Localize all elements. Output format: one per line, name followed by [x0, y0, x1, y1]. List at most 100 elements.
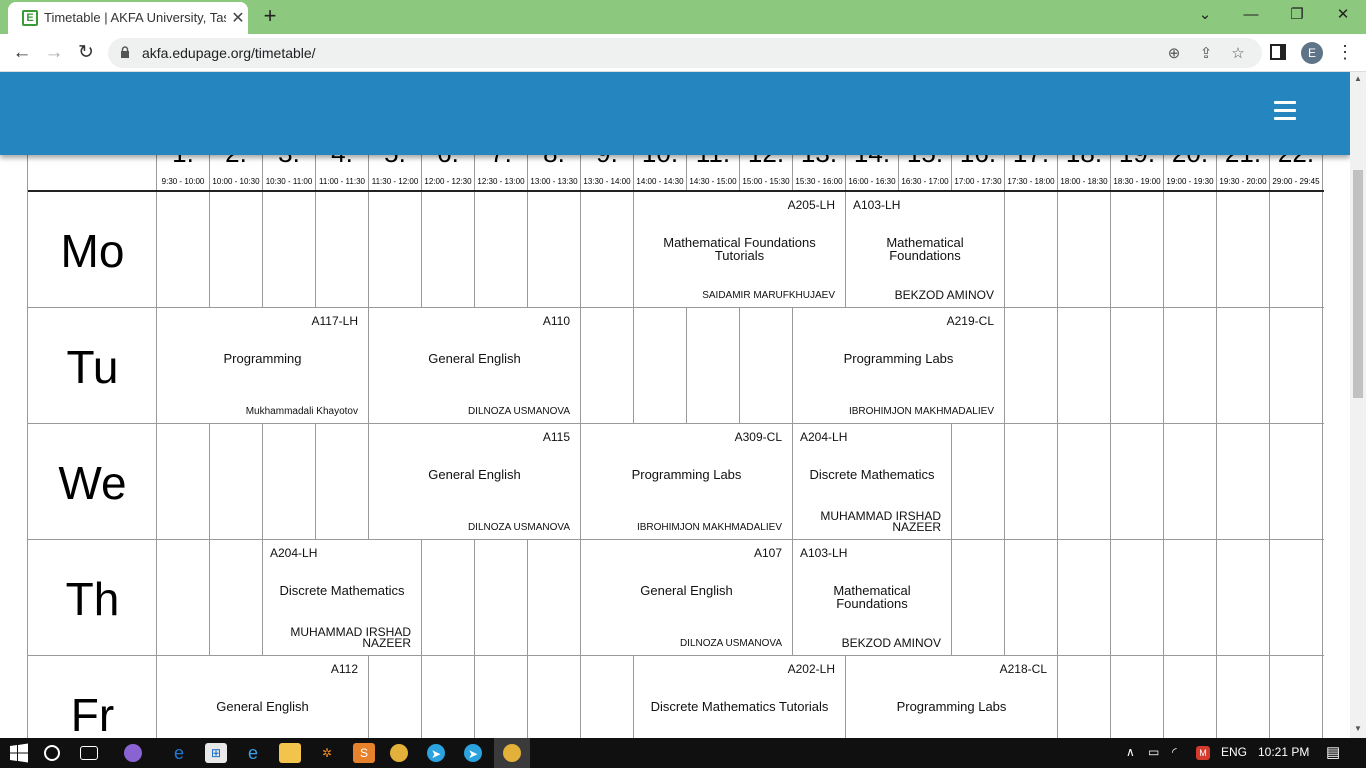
- lesson-card[interactable]: A107 General English DILNOZA USMANOVA: [580, 540, 793, 655]
- back-button[interactable]: ←: [9, 40, 35, 66]
- lesson-card[interactable]: A110 General English DILNOZA USMANOVA: [368, 308, 581, 423]
- lesson-subject: Programming Labs: [896, 699, 1007, 714]
- period-time: 12:00 - 12:30: [424, 177, 472, 186]
- lesson-room: A202-LH: [787, 662, 835, 676]
- battery-icon[interactable]: ▭: [1148, 745, 1159, 759]
- lesson-subject: General English: [428, 351, 521, 366]
- sublime-text-icon[interactable]: S: [353, 743, 375, 763]
- lock-icon: [121, 46, 129, 58]
- day-label: Th: [65, 573, 120, 625]
- telegram-desktop-icon[interactable]: ➤: [464, 744, 482, 762]
- windows-start-icon[interactable]: [8, 743, 30, 763]
- file-explorer-icon[interactable]: [279, 743, 301, 763]
- lesson-room: A218-CL: [999, 662, 1047, 676]
- lesson-room: A103-LH: [853, 198, 901, 212]
- lesson-subject: Discrete Mathematics: [809, 467, 935, 482]
- lesson-card[interactable]: A202-LH Discrete Mathematics Tutorials: [633, 656, 846, 738]
- period-time: 15:30 - 16:00: [795, 177, 843, 186]
- lesson-subject: Programming Labs: [631, 467, 742, 482]
- lesson-subject: Mathematical Foundations: [833, 583, 911, 611]
- day-label: Fr: [70, 689, 115, 738]
- telegram-icon[interactable]: ➤: [427, 744, 445, 762]
- page-scrollbar[interactable]: ▲ ▼: [1350, 72, 1366, 738]
- reload-button[interactable]: ↻: [73, 40, 99, 66]
- url-text[interactable]: akfa.edupage.org/timetable/: [142, 45, 316, 63]
- period-time: 10:00 - 10:30: [212, 177, 260, 186]
- lesson-card[interactable]: A117-LH Programming Mukhammadali Khayotov: [156, 308, 369, 423]
- task-view-icon[interactable]: [80, 746, 98, 760]
- grid-column-line: [1322, 192, 1323, 738]
- settings-app-icon[interactable]: ✲: [316, 743, 338, 763]
- lesson-teacher: DILNOZA USMANOVA: [679, 638, 782, 649]
- period-time: 29:00 - 29:45: [1272, 177, 1320, 186]
- search-icon[interactable]: [44, 745, 60, 761]
- taskbar-clock[interactable]: 10:21 PM: [1258, 745, 1309, 759]
- browser-menu-icon[interactable]: ⋮: [1336, 40, 1354, 66]
- lesson-card[interactable]: A205-LH Mathematical Foundations Tutorial…: [633, 192, 846, 307]
- lesson-room: A309-CL: [734, 430, 782, 444]
- antivirus-tray-icon[interactable]: M: [1196, 746, 1210, 760]
- lesson-card[interactable]: A115 General English DILNOZA USMANOVA: [368, 424, 581, 539]
- chrome-active-taskbar-button[interactable]: [494, 738, 530, 768]
- minimize-button[interactable]: —: [1236, 4, 1266, 28]
- address-bar[interactable]: akfa.edupage.org/timetable/ ⊕ ⇪ ☆: [108, 38, 1262, 68]
- assistant-app-icon[interactable]: [124, 744, 142, 762]
- side-panel-icon[interactable]: [1270, 44, 1286, 60]
- period-time: 9:30 - 10:00: [161, 177, 205, 186]
- tray-chevron-icon[interactable]: ∧: [1126, 745, 1135, 759]
- tab-search-chevron-icon[interactable]: ⌄: [1190, 4, 1220, 28]
- lesson-subject: Discrete Mathematics: [279, 583, 405, 598]
- forward-button[interactable]: →: [41, 40, 67, 66]
- lesson-card[interactable]: A309-CL Programming Labs IBROHIMJON MAKHMA…: [580, 424, 793, 539]
- lesson-subject: Discrete Mathematics Tutorials: [650, 699, 829, 714]
- lesson-card[interactable]: A103-LH Mathematical Foundations BEKZOD AM…: [845, 192, 1005, 307]
- lesson-card[interactable]: A103-LH Mathematical Foundations BEKZOD AM…: [792, 540, 952, 655]
- tab-close-icon[interactable]: ✕: [230, 8, 246, 27]
- bookmark-star-icon[interactable]: ☆: [1228, 44, 1248, 64]
- lesson-subject: Programming Labs: [843, 351, 954, 366]
- scroll-up-arrow-icon[interactable]: ▲: [1353, 74, 1363, 84]
- restore-button[interactable]: ❐: [1282, 4, 1312, 28]
- lesson-card[interactable]: A204-LH Discrete Mathematics MUHAMMAD IRSH…: [792, 424, 952, 539]
- lesson-card[interactable]: A218-CL Programming Labs: [845, 656, 1058, 738]
- lesson-room: A110: [542, 314, 570, 328]
- lesson-room: A103-LH: [800, 546, 848, 560]
- lesson-teacher: SAIDAMIR MARUFKHUJAEV: [702, 290, 835, 301]
- grid-column-line: [1110, 192, 1111, 738]
- tab-title: Timetable | AKFA University, Tashkent: [44, 10, 226, 25]
- lesson-subject: General English: [640, 583, 733, 598]
- page-viewport: 1.9:30 - 10:002.10:00 - 10:303.10:30 - 1…: [0, 72, 1350, 738]
- notifications-icon[interactable]: ▤: [1326, 743, 1340, 761]
- lesson-room: A117-LH: [311, 314, 358, 328]
- lesson-teacher: IBROHIMJON MAKHMADALIEV: [636, 522, 782, 533]
- close-window-button[interactable]: ✕: [1328, 4, 1358, 28]
- scrollbar-thumb[interactable]: [1353, 170, 1363, 398]
- profile-avatar[interactable]: E: [1301, 42, 1323, 64]
- zoom-icon[interactable]: ⊕: [1164, 44, 1184, 64]
- new-tab-button[interactable]: +: [258, 3, 282, 29]
- input-language[interactable]: ENG: [1221, 745, 1247, 759]
- period-time: 15:00 - 15:30: [742, 177, 790, 186]
- lesson-subject: General English: [216, 699, 309, 714]
- share-icon[interactable]: ⇪: [1196, 44, 1216, 64]
- chrome-icon[interactable]: [390, 744, 408, 762]
- wifi-icon[interactable]: ◜: [1172, 745, 1177, 759]
- edge-browser-icon[interactable]: e: [168, 743, 190, 763]
- hamburger-menu-icon[interactable]: [1274, 101, 1296, 121]
- lesson-teacher: BEKZOD AMINOV: [841, 636, 941, 650]
- browser-tab[interactable]: E Timetable | AKFA University, Tashkent …: [8, 2, 248, 34]
- period-time: 17:00 - 17:30: [954, 177, 1002, 186]
- lesson-teacher: MUHAMMAD IRSHAD NAZEER: [290, 625, 411, 650]
- lesson-room: A107: [753, 546, 782, 560]
- period-time: 13:00 - 13:30: [530, 177, 578, 186]
- store-icon[interactable]: ⊞: [205, 743, 227, 763]
- internet-explorer-icon[interactable]: e: [242, 743, 264, 763]
- period-time: 11:00 - 11:30: [319, 177, 365, 186]
- scroll-down-arrow-icon[interactable]: ▼: [1353, 724, 1363, 734]
- lesson-card[interactable]: A204-LH Discrete Mathematics MUHAMMAD IRSH…: [262, 540, 422, 655]
- lesson-teacher: DILNOZA USMANOVA: [467, 522, 570, 533]
- day-label: Tu: [66, 341, 119, 393]
- lesson-card[interactable]: A219-CL Programming Labs IBROHIMJON MAKHMA…: [792, 308, 1005, 423]
- lesson-card[interactable]: A112 General English: [156, 656, 369, 738]
- lesson-teacher: MUHAMMAD IRSHAD NAZEER: [820, 509, 941, 534]
